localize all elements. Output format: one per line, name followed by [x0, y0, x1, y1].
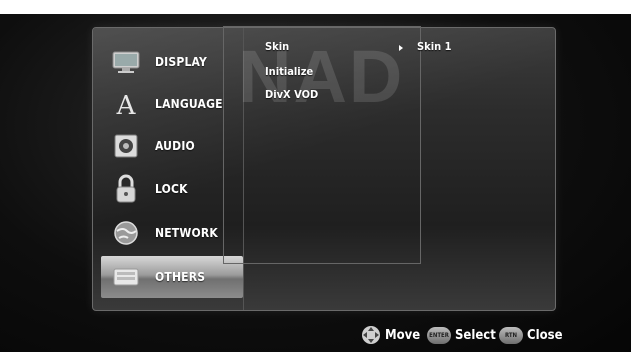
language-icon: A: [111, 90, 141, 118]
sidebar-item-audio[interactable]: AUDIO: [101, 125, 243, 167]
sidebar-item-label: NETWORK: [155, 226, 218, 240]
svg-text:A: A: [116, 91, 137, 118]
hint-close: RTN Close: [499, 325, 563, 345]
hint-move: Move: [361, 325, 420, 345]
display-icon: [111, 48, 141, 76]
dpad-icon: [362, 326, 380, 344]
sidebar-item-lock[interactable]: LOCK: [101, 168, 243, 210]
sidebar-item-label: AUDIO: [155, 139, 195, 153]
enter-button-icon: ENTER: [427, 326, 451, 344]
sidebar-item-language[interactable]: A LANGUAGE: [101, 83, 243, 125]
sidebar-item-label: OTHERS: [155, 270, 206, 284]
sidebar: DISPLAY A LANGUAGE AUDIO LOCK NETWORK OT…: [93, 28, 244, 310]
tv-screen: DISPLAY A LANGUAGE AUDIO LOCK NETWORK OT…: [0, 0, 631, 358]
sidebar-item-label: LANGUAGE: [155, 97, 223, 111]
lock-icon: [111, 174, 141, 203]
hint-select: ENTER Select: [427, 325, 496, 345]
option-divx-vod[interactable]: DivX VOD: [265, 88, 318, 101]
option-initialize[interactable]: Initialize: [265, 65, 313, 78]
option-skin-value[interactable]: Skin 1: [417, 40, 451, 53]
sidebar-item-display[interactable]: DISPLAY: [101, 41, 243, 83]
brand-watermark: NAD: [238, 35, 405, 118]
sidebar-item-label: DISPLAY: [155, 55, 207, 69]
network-icon: [111, 219, 141, 247]
hint-select-label: Select: [455, 327, 496, 343]
others-icon: [111, 263, 141, 291]
hint-move-label: Move: [385, 327, 421, 343]
audio-icon: [111, 132, 141, 160]
top-border: [0, 0, 631, 14]
setup-menu-panel: DISPLAY A LANGUAGE AUDIO LOCK NETWORK OT…: [92, 26, 556, 311]
chevron-right-icon: [399, 45, 403, 51]
sidebar-item-label: LOCK: [155, 182, 188, 196]
option-skin[interactable]: Skin: [265, 40, 289, 53]
hint-close-label: Close: [527, 327, 563, 343]
return-button-icon: RTN: [499, 326, 523, 344]
sidebar-item-network[interactable]: NETWORK: [101, 212, 243, 254]
bottom-border: [0, 352, 631, 358]
sidebar-item-others[interactable]: OTHERS: [101, 256, 243, 298]
